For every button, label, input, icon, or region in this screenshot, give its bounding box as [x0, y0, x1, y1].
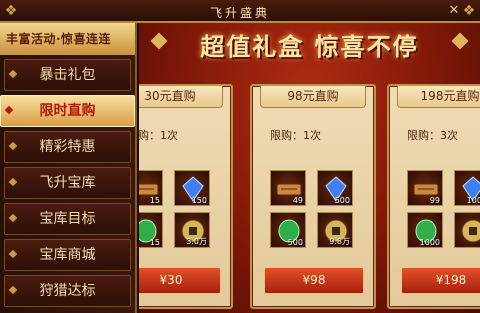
- diamond-bullet-icon: [8, 285, 18, 295]
- activity-sidebar: 丰富活动·惊喜连连 暴击礼包 限时直购 精彩特惠 飞升宝库 宝库目标 宝库商城 …: [0, 23, 137, 313]
- reward-item[interactable]: 15: [139, 170, 163, 206]
- reward-item[interactable]: 1000: [454, 170, 480, 206]
- purchase-limit: 限购：1次: [270, 129, 321, 142]
- sidebar-item-label: 宝库商城: [39, 247, 96, 263]
- reward-item[interactable]: 150: [174, 170, 210, 206]
- reward-item[interactable]: 49: [270, 170, 306, 206]
- sidebar-item-label: 狩猎达标: [39, 283, 96, 299]
- buy-button[interactable]: ¥98: [264, 267, 364, 294]
- item-count: 1000: [466, 196, 480, 205]
- sidebar-item-special-deals[interactable]: 精彩特惠: [4, 131, 131, 163]
- main-panel: 超值礼盒 惊喜不停 30元直购 限购：1次 15 150 15 3.0万 ¥30…: [139, 23, 480, 313]
- sidebar-item-ascension-vault[interactable]: 飞升宝库: [4, 167, 131, 199]
- offer-card: 198元直购 限购：3次 99 1000 1000 ¥198: [387, 84, 480, 309]
- offer-card: 98元直购 限购：1次 49 500 500 9.8万 ¥98: [250, 84, 376, 309]
- promo-banner: 超值礼盒 惊喜不停: [200, 32, 419, 61]
- item-count: 150: [191, 196, 207, 205]
- purchase-limit: 限购：1次: [139, 129, 178, 142]
- reward-item[interactable]: 3.0万: [174, 212, 210, 248]
- diamond-bullet-icon: [8, 213, 18, 223]
- item-count: 1000: [419, 238, 440, 247]
- card-title: 30元直购: [139, 86, 223, 108]
- sidebar-item-label: 暴击礼包: [39, 67, 96, 83]
- reward-item[interactable]: 9.8万: [317, 212, 353, 248]
- buy-button[interactable]: ¥198: [401, 267, 480, 294]
- corner-ornament-icon: ❖: [462, 3, 476, 19]
- item-count: 3.0万: [186, 237, 207, 246]
- reward-item[interactable]: 500: [270, 212, 306, 248]
- card-title: 198元直购: [397, 86, 480, 108]
- diamond-bullet-icon: [8, 249, 18, 259]
- offer-card: 30元直购 限购：1次 15 150 15 3.0万 ¥30: [139, 84, 233, 309]
- sidebar-header: 丰富活动·惊喜连连: [0, 23, 135, 55]
- reward-item[interactable]: 99: [407, 170, 443, 206]
- sidebar-item-limited-purchase[interactable]: 限时直购: [0, 95, 135, 127]
- reward-item[interactable]: 1000: [407, 212, 443, 248]
- diamond-bullet-icon: [8, 177, 18, 187]
- item-count: 15: [149, 238, 160, 247]
- reward-item[interactable]: [454, 212, 480, 248]
- item-count: 49: [292, 196, 303, 205]
- sidebar-item-label: 精彩特惠: [39, 139, 96, 155]
- sidebar-item-label: 限时直购: [39, 103, 96, 119]
- title-bar: ❖ 飞升盛典 ✕ ❖: [0, 0, 480, 23]
- window-title: 飞升盛典: [209, 6, 270, 20]
- coin-icon: [461, 219, 480, 243]
- sidebar-item-label: 宝库目标: [39, 211, 96, 227]
- diamond-bullet-icon: [8, 69, 18, 79]
- diamond-bullet-icon: [4, 105, 14, 115]
- reward-item[interactable]: 500: [317, 170, 353, 206]
- item-count: 500: [287, 238, 303, 247]
- item-count: 500: [334, 196, 350, 205]
- item-count: 99: [429, 196, 440, 205]
- purchase-limit: 限购：3次: [407, 129, 458, 142]
- diamond-bullet-icon: [8, 141, 18, 151]
- item-count: 15: [149, 196, 160, 205]
- sidebar-item-vault-shop[interactable]: 宝库商城: [4, 239, 131, 271]
- card-title: 98元直购: [260, 86, 366, 108]
- sidebar-item-label: 飞升宝库: [39, 175, 96, 191]
- buy-button[interactable]: ¥30: [139, 267, 221, 294]
- sidebar-item-hunting-goals[interactable]: 狩猎达标: [4, 275, 131, 307]
- item-count: 9.8万: [329, 237, 350, 246]
- reward-item[interactable]: 15: [139, 212, 163, 248]
- sidebar-item-vault-goals[interactable]: 宝库目标: [4, 203, 131, 235]
- sidebar-item-crit-pack[interactable]: 暴击礼包: [4, 59, 131, 91]
